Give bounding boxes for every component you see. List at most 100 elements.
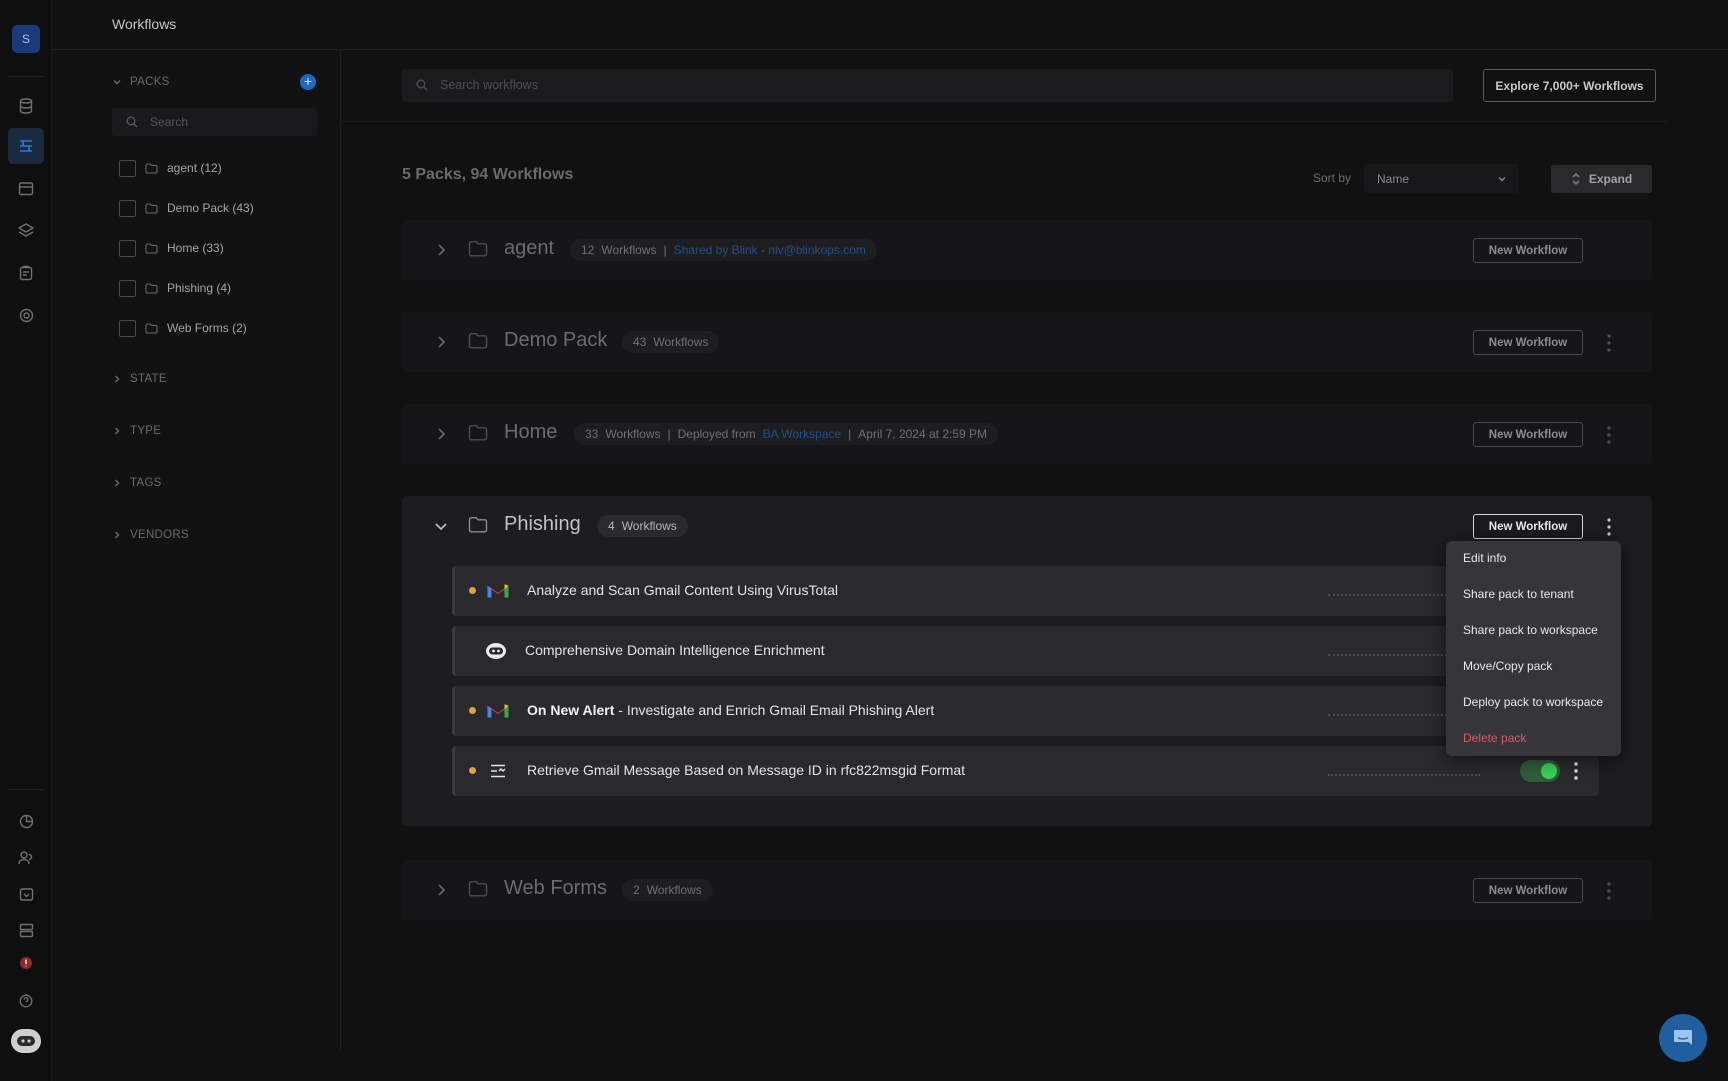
chevron-right-icon	[115, 479, 120, 487]
database-icon[interactable]	[14, 94, 38, 118]
pack-meta: 2 Workflows	[622, 879, 713, 901]
more-options-icon[interactable]	[1603, 517, 1615, 537]
chevron-right-icon[interactable]	[433, 334, 449, 350]
pack-name: Phishing	[504, 513, 581, 535]
state-section-header[interactable]: STATE	[112, 373, 167, 385]
menu-item-share-to-tenant[interactable]: Share pack to tenant	[1463, 587, 1574, 601]
chat-launcher-button[interactable]	[1659, 1014, 1707, 1062]
pack-search[interactable]	[112, 108, 317, 136]
more-options-icon[interactable]	[1572, 761, 1580, 781]
users-icon[interactable]	[14, 845, 38, 869]
new-workflow-button[interactable]: New Workflow	[1473, 238, 1583, 263]
pack-name: Web Forms	[504, 877, 607, 899]
status-dot	[469, 707, 476, 714]
vendors-section-header[interactable]: VENDORS	[112, 529, 189, 541]
workflow-enabled-toggle[interactable]	[1520, 760, 1560, 782]
chevron-down-icon[interactable]	[433, 518, 449, 534]
search-icon	[126, 116, 138, 128]
pack-name: Demo Pack	[504, 329, 608, 351]
deployed-from-link[interactable]: BA Workspace	[763, 427, 841, 441]
type-section-header[interactable]: TYPE	[112, 425, 161, 437]
workflow-row[interactable]: On New Alert - Investigate and Enrich Gm…	[452, 686, 1599, 736]
menu-item-move-copy[interactable]: Move/Copy pack	[1463, 659, 1552, 673]
pack-filter-item[interactable]: Demo Pack (43)	[119, 198, 254, 218]
pack-checkbox[interactable]	[119, 199, 136, 217]
shared-by-link[interactable]: Shared by Blink - niv@blinkops.com	[674, 243, 866, 257]
packs-section-header[interactable]: PACKS	[112, 76, 170, 88]
pack-filter-item[interactable]: Phishing (4)	[119, 278, 231, 298]
pack-search-input[interactable]	[150, 115, 300, 129]
chevron-right-icon[interactable]	[433, 882, 449, 898]
server-icon[interactable]	[14, 918, 38, 942]
workflow-row[interactable]: Analyze and Scan Gmail Content Using Vir…	[452, 566, 1599, 616]
chevron-right-icon	[115, 531, 120, 539]
workflow-search-input[interactable]	[440, 78, 1340, 92]
sort-select[interactable]: Name	[1364, 164, 1519, 193]
calendar-icon[interactable]	[14, 176, 38, 200]
sort-label: Sort by	[1313, 171, 1352, 185]
workflow-row[interactable]: Retrieve Gmail Message Based on Message …	[452, 746, 1599, 796]
workflow-row[interactable]: Comprehensive Domain Intelligence Enrich…	[452, 626, 1599, 676]
more-options-icon[interactable]	[1603, 425, 1615, 445]
pack-checkbox[interactable]	[119, 279, 136, 297]
blink-icon	[483, 639, 509, 663]
folder-icon	[145, 202, 158, 214]
pack-card-demo-pack[interactable]: Demo Pack 43 Workflows New Workflow	[402, 312, 1652, 372]
pack-meta: 12 Workflows | Shared by Blink - niv@bli…	[570, 239, 877, 261]
more-options-icon[interactable]	[1603, 333, 1615, 353]
folder-icon	[145, 282, 158, 294]
pack-meta: 4 Workflows	[597, 515, 688, 537]
new-workflow-button[interactable]: New Workflow	[1473, 330, 1583, 355]
chevron-right-icon[interactable]	[433, 242, 449, 258]
pack-filter-item[interactable]: agent (12)	[119, 158, 222, 178]
new-workflow-button[interactable]: New Workflow	[1473, 422, 1583, 447]
rail-divider	[8, 789, 44, 790]
search-icon	[416, 79, 428, 91]
chevron-right-icon	[115, 427, 120, 435]
pack-checkbox[interactable]	[119, 319, 136, 337]
assistant-icon[interactable]	[11, 1029, 41, 1053]
folder-icon	[145, 322, 158, 334]
chevron-down-icon	[1498, 177, 1506, 182]
chevron-right-icon[interactable]	[433, 426, 449, 442]
help-icon[interactable]	[14, 989, 38, 1013]
menu-item-deploy-to-workspace[interactable]: Deploy pack to workspace	[1463, 695, 1603, 709]
alert-badge-icon[interactable]	[14, 951, 38, 975]
pack-filter-item[interactable]: Web Forms (2)	[119, 318, 247, 338]
top-header	[52, 0, 1728, 50]
new-workflow-button[interactable]: New Workflow	[1473, 878, 1583, 903]
chevron-right-icon	[115, 375, 120, 383]
folder-icon	[468, 425, 488, 441]
run-history-sparkline	[1328, 774, 1480, 776]
gmail-icon	[485, 699, 511, 723]
explore-workflows-button[interactable]: Explore 7,000+ Workflows	[1483, 69, 1656, 102]
pack-checkbox[interactable]	[119, 159, 136, 177]
more-options-icon[interactable]	[1603, 881, 1615, 901]
cases-icon[interactable]	[14, 261, 38, 285]
pack-card-home[interactable]: Home 33 Workflows | Deployed from BA Wor…	[402, 404, 1652, 464]
menu-item-share-to-workspace[interactable]: Share pack to workspace	[1463, 623, 1598, 637]
folder-icon	[468, 241, 488, 257]
pack-checkbox[interactable]	[119, 239, 136, 257]
menu-item-delete-pack[interactable]: Delete pack	[1463, 731, 1526, 745]
add-pack-button[interactable]: +	[300, 74, 316, 90]
folder-icon	[468, 333, 488, 349]
pack-card-web-forms[interactable]: Web Forms 2 Workflows New Workflow	[402, 860, 1652, 920]
workflows-icon[interactable]	[8, 128, 44, 164]
target-icon[interactable]	[14, 303, 38, 327]
menu-item-edit-info[interactable]: Edit info	[1463, 551, 1506, 565]
toggle-knob	[1541, 763, 1557, 779]
folder-icon	[468, 517, 488, 533]
chat-icon	[1674, 1030, 1692, 1045]
pack-filter-item[interactable]: Home (33)	[119, 238, 224, 258]
pack-card-agent[interactable]: agent 12 Workflows | Shared by Blink - n…	[402, 220, 1652, 280]
expand-button[interactable]: Expand	[1551, 165, 1652, 193]
tags-section-header[interactable]: TAGS	[112, 477, 162, 489]
workflow-search[interactable]	[402, 69, 1453, 102]
inbox-icon[interactable]	[14, 882, 38, 906]
workspace-avatar[interactable]: S	[12, 25, 40, 53]
pie-chart-icon[interactable]	[14, 809, 38, 833]
new-workflow-button[interactable]: New Workflow	[1473, 514, 1583, 539]
layers-icon[interactable]	[14, 218, 38, 242]
chevron-down-icon	[113, 80, 121, 85]
